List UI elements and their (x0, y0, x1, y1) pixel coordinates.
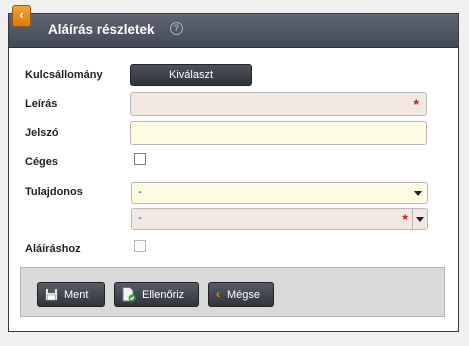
required-star-icon: * (402, 211, 408, 227)
cancel-button[interactable]: ‹ Mégse (208, 282, 274, 307)
chevron-left-icon: ‹ (19, 7, 24, 22)
for-signing-checkbox[interactable] (134, 240, 146, 252)
owner-select-primary[interactable]: - (131, 182, 428, 204)
description-input[interactable]: * (130, 92, 427, 116)
for-signing-label: Aláíráshoz (25, 243, 81, 255)
owner-select-secondary[interactable]: - * (131, 208, 428, 230)
company-label: Céges (25, 156, 59, 168)
signature-details-dialog: Aláírás részletek ? Kulcsállomány Kivála… (8, 13, 459, 332)
keystore-label: Kulcsállomány (25, 69, 103, 81)
owner-label: Tulajdonos (25, 186, 83, 198)
help-icon[interactable]: ? (170, 22, 183, 35)
check-button-label: Ellenőriz (142, 289, 185, 301)
chevron-left-icon: ‹ (216, 287, 220, 301)
chevron-down-icon (414, 191, 422, 196)
document-check-icon (122, 287, 136, 302)
required-star-icon: * (413, 96, 419, 112)
dialog-footer: Ment Ellenőriz ‹ Mégse (20, 267, 445, 317)
description-label: Leírás (25, 98, 58, 110)
owner-select-primary-value: - (138, 186, 142, 198)
back-button[interactable]: ‹ (12, 5, 31, 27)
check-button[interactable]: Ellenőriz (114, 282, 199, 307)
keystore-select-button[interactable]: Kiválaszt (130, 64, 252, 86)
floppy-disk-icon (45, 288, 58, 301)
password-label: Jelszó (25, 127, 59, 139)
select-divider (412, 209, 413, 229)
owner-select-secondary-value: - (138, 212, 142, 224)
save-button[interactable]: Ment (37, 282, 105, 307)
chevron-down-icon (416, 217, 424, 222)
save-button-label: Ment (64, 289, 89, 301)
cancel-button-label: Mégse (227, 289, 261, 301)
dialog-titlebar: Aláírás részletek ? (9, 14, 458, 48)
company-checkbox[interactable] (134, 153, 146, 165)
dialog-title: Aláírás részletek (48, 22, 155, 37)
password-input[interactable] (130, 121, 427, 145)
